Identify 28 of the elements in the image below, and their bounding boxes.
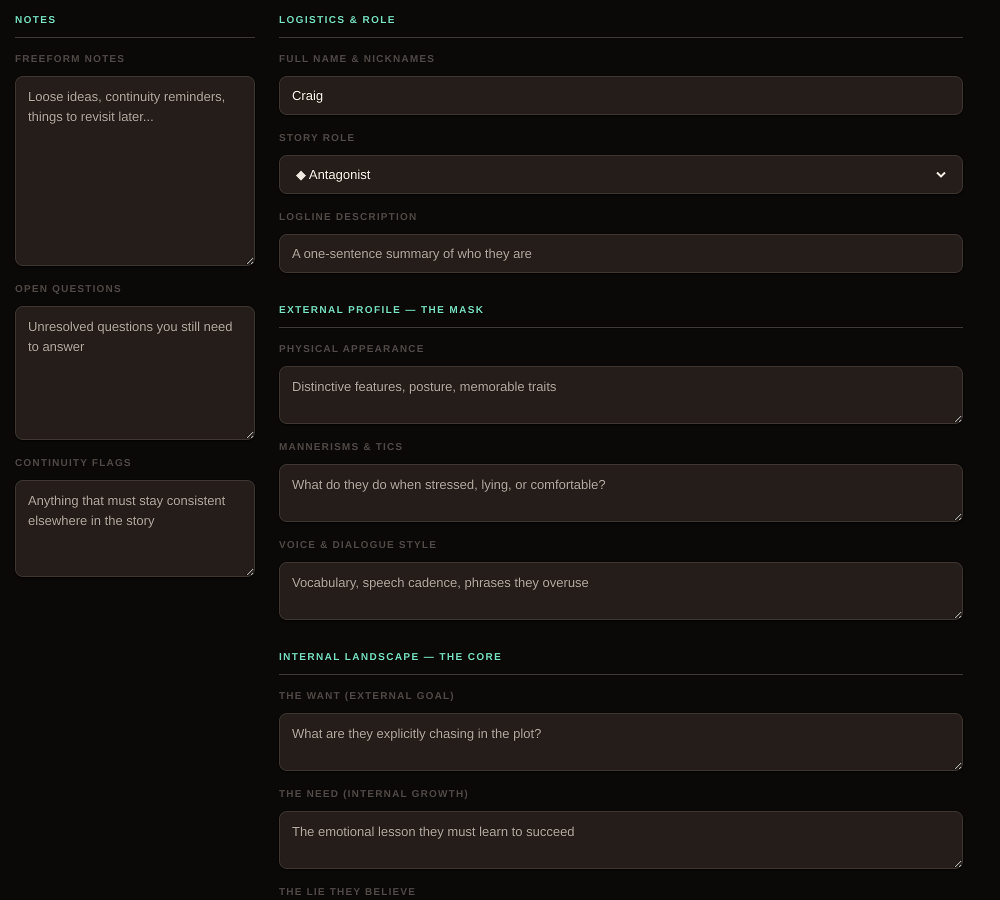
field-label: STORY ROLE bbox=[279, 133, 356, 145]
section-title: NOTES bbox=[15, 15, 255, 38]
field-label: OPEN QUESTIONS bbox=[15, 284, 123, 296]
field-label: THE LIE THEY BELIEVE bbox=[279, 887, 418, 899]
field-label: FREEFORM NOTES bbox=[15, 54, 126, 66]
text-area[interactable]: What are they explicitly chasing in the plot? bbox=[279, 713, 963, 771]
section-title: INTERNAL LANDSCAPE — THE CORE bbox=[279, 652, 963, 675]
text-field[interactable]: Craig bbox=[279, 76, 963, 115]
field-label: THE WANT (EXTERNAL GOAL) bbox=[279, 691, 456, 703]
text-area[interactable]: Distinctive features, posture, memorable traits bbox=[279, 366, 963, 424]
field-label: THE NEED (INTERNAL GROWTH) bbox=[279, 789, 470, 801]
dropdown[interactable]: ◆ Antagonist bbox=[279, 155, 963, 194]
text-field[interactable]: A one-sentence summary of who they are bbox=[279, 234, 963, 273]
field-label: CONTINUITY FLAGS bbox=[15, 458, 133, 470]
text-area[interactable]: What do they do when stressed, lying, or comfortable? bbox=[279, 464, 963, 522]
field-label: LOGLINE DESCRIPTION bbox=[279, 212, 418, 224]
section-title: LOGISTICS & ROLE bbox=[279, 15, 963, 38]
field-label: FULL NAME & NICKNAMES bbox=[279, 54, 436, 66]
section-title: EXTERNAL PROFILE — THE MASK bbox=[279, 305, 963, 328]
text-area[interactable]: Unresolved questions you still need to answer bbox=[15, 306, 255, 440]
chevron-down-icon bbox=[936, 171, 946, 178]
field-label: PHYSICAL APPEARANCE bbox=[279, 344, 426, 356]
text-area[interactable]: Vocabulary, speech cadence, phrases they overuse bbox=[279, 562, 963, 620]
field-label: VOICE & DIALOGUE STYLE bbox=[279, 540, 438, 552]
field-label: MANNERISMS & TICS bbox=[279, 442, 404, 454]
text-area[interactable]: Loose ideas, continuity reminders, things to revisit later... bbox=[15, 76, 255, 266]
text-area[interactable]: Anything that must stay consistent elsewhere in the story bbox=[15, 480, 255, 577]
text-area[interactable]: The emotional lesson they must learn to succeed bbox=[279, 811, 963, 869]
